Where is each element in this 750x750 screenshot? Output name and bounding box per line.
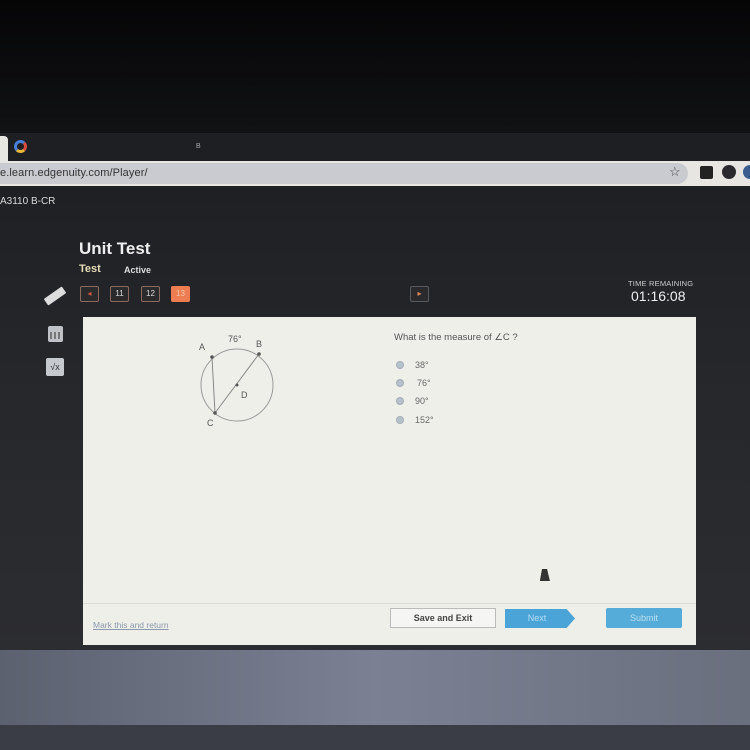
choice-label[interactable]: 38° — [415, 360, 429, 370]
radio-button[interactable] — [396, 397, 404, 405]
bookmark-star-icon[interactable]: ☆ — [669, 164, 681, 180]
radio-button[interactable] — [396, 379, 404, 387]
point-a — [210, 355, 214, 359]
course-code: A3110 B-CR — [0, 196, 56, 207]
label-a: A — [199, 342, 205, 352]
browser-tab-active[interactable] — [0, 136, 8, 161]
answer-choice[interactable]: 76° — [396, 378, 431, 388]
extension-icon[interactable] — [722, 165, 736, 179]
circle-diagram: 76° A B C D — [199, 334, 274, 428]
google-favicon-icon[interactable] — [14, 140, 27, 153]
save-and-exit-button[interactable]: Save and Exit — [390, 608, 496, 628]
page-title: Unit Test — [79, 239, 151, 258]
question-13-button[interactable]: 13 — [171, 286, 190, 302]
question-11-button[interactable]: 11 — [110, 286, 129, 302]
point-d — [235, 383, 239, 387]
label-b: B — [256, 339, 262, 349]
arc-label: 76° — [228, 334, 242, 344]
profile-icon[interactable] — [743, 165, 750, 179]
choice-label[interactable]: 152° — [415, 415, 434, 425]
browser-tab-strip — [0, 133, 750, 161]
mouse-cursor-icon — [539, 569, 553, 581]
radio-button[interactable] — [396, 361, 404, 369]
address-bar-url[interactable]: e.learn.edgenuity.com/Player/ — [0, 167, 148, 179]
question-panel — [83, 317, 696, 645]
next-question-arrow-button[interactable]: ▸ — [410, 286, 429, 302]
footer-divider — [83, 603, 696, 604]
choice-label[interactable]: 90° — [415, 396, 429, 406]
radio-button[interactable] — [396, 416, 404, 424]
answer-choice[interactable]: 152° — [396, 415, 434, 425]
activity-type: Test — [79, 263, 101, 275]
browser-tab-indicator[interactable]: B — [196, 143, 201, 150]
previous-question-button[interactable]: ◂ — [80, 286, 99, 302]
choice-label[interactable]: 76° — [417, 378, 431, 388]
point-c — [213, 411, 217, 415]
monitor-lower-screen — [0, 650, 750, 725]
monitor-bezel-top — [0, 0, 750, 133]
formula-sheet-icon[interactable]: √x — [46, 358, 64, 376]
question-12-button[interactable]: 12 — [141, 286, 160, 302]
extension-icon[interactable] — [700, 166, 713, 179]
answer-choice[interactable]: 90° — [396, 396, 429, 406]
label-c: C — [207, 418, 214, 428]
calculator-icon[interactable] — [48, 326, 63, 342]
label-d: D — [241, 390, 248, 400]
answer-choice[interactable]: 38° — [396, 360, 429, 370]
question-prompt: What is the measure of ∠C ? — [394, 332, 518, 343]
time-remaining-label: TIME REMAINING — [628, 279, 694, 288]
monitor-bezel-bottom — [0, 725, 750, 750]
time-remaining-value: 01:16:08 — [631, 288, 686, 304]
activity-status: Active — [124, 265, 152, 275]
point-b — [257, 352, 261, 356]
submit-button[interactable]: Submit — [606, 608, 682, 628]
next-button[interactable]: Next — [505, 609, 575, 628]
mark-and-return-link[interactable]: Mark this and return — [93, 620, 169, 630]
chord-ac — [211, 356, 216, 414]
